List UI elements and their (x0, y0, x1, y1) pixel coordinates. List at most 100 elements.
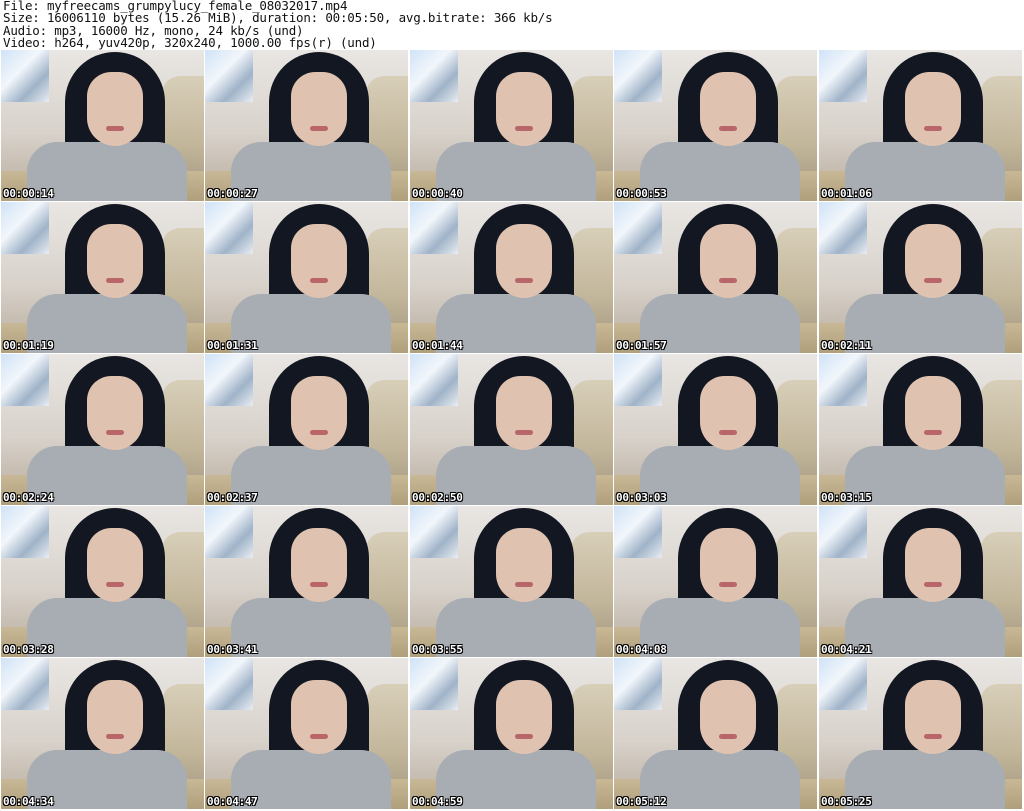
lips (515, 734, 533, 739)
tv-screen (410, 658, 458, 710)
tv-screen (1, 658, 49, 710)
video-thumbnail: 00:04:21 (819, 506, 1022, 657)
face (905, 72, 961, 146)
thumbnail-timestamp: 00:04:21 (821, 643, 872, 656)
tv-screen (205, 506, 253, 558)
lips (106, 734, 124, 739)
face (291, 224, 347, 298)
thumbnail-timestamp: 00:01:57 (616, 339, 667, 352)
thumbnail-timestamp: 00:02:24 (3, 491, 54, 504)
face (496, 224, 552, 298)
lips (515, 430, 533, 435)
video-thumbnail: 00:01:31 (205, 202, 408, 353)
tv-screen (410, 354, 458, 406)
file-info-header: File: myfreecams_grumpylucy_female_08032… (3, 0, 1021, 50)
lips (310, 582, 328, 587)
video-thumbnail: 00:01:19 (1, 202, 204, 353)
thumbnail-timestamp: 00:02:50 (412, 491, 463, 504)
tv-screen (614, 202, 662, 254)
video-thumbnail: 00:02:11 (819, 202, 1022, 353)
thumbnail-timestamp: 00:05:12 (616, 795, 667, 808)
face (291, 680, 347, 754)
lips (106, 126, 124, 131)
video-thumbnail: 00:04:47 (205, 658, 408, 809)
tv-screen (819, 506, 867, 558)
thumbnail-timestamp: 00:02:11 (821, 339, 872, 352)
thumbnail-timestamp: 00:01:44 (412, 339, 463, 352)
video-thumbnail: 00:04:34 (1, 658, 204, 809)
tv-screen (614, 50, 662, 102)
face (700, 680, 756, 754)
video-thumbnail: 00:00:14 (1, 50, 204, 201)
thumbnail-timestamp: 00:05:25 (821, 795, 872, 808)
face (496, 72, 552, 146)
video-thumbnail: 00:00:27 (205, 50, 408, 201)
video-thumbnail: 00:00:53 (614, 50, 817, 201)
video-info-line: Video: h264, yuv420p, 320x240, 1000.00 f… (3, 35, 377, 51)
thumbnail-timestamp: 00:03:03 (616, 491, 667, 504)
thumbnail-timestamp: 00:03:41 (207, 643, 258, 656)
video-thumbnail: 00:03:15 (819, 354, 1022, 505)
tv-screen (819, 50, 867, 102)
tv-screen (410, 506, 458, 558)
face (700, 376, 756, 450)
video-thumbnail: 00:03:03 (614, 354, 817, 505)
lips (924, 582, 942, 587)
tv-screen (614, 506, 662, 558)
lips (719, 126, 737, 131)
thumbnail-timestamp: 00:02:37 (207, 491, 258, 504)
face (291, 528, 347, 602)
face (496, 376, 552, 450)
face (87, 224, 143, 298)
face (905, 528, 961, 602)
video-thumbnail: 00:04:08 (614, 506, 817, 657)
face (291, 72, 347, 146)
tv-screen (1, 202, 49, 254)
thumbnail-timestamp: 00:03:15 (821, 491, 872, 504)
thumbnail-timestamp: 00:04:59 (412, 795, 463, 808)
tv-screen (1, 506, 49, 558)
tv-screen (205, 354, 253, 406)
thumbnail-timestamp: 00:01:06 (821, 187, 872, 200)
face (87, 376, 143, 450)
thumbnail-timestamp: 00:01:19 (3, 339, 54, 352)
tv-screen (614, 658, 662, 710)
lips (310, 126, 328, 131)
thumbnail-timestamp: 00:00:53 (616, 187, 667, 200)
thumbnail-timestamp: 00:04:08 (616, 643, 667, 656)
face (496, 680, 552, 754)
lips (719, 278, 737, 283)
face (700, 528, 756, 602)
video-thumbnail: 00:01:44 (410, 202, 613, 353)
video-thumbnail: 00:01:06 (819, 50, 1022, 201)
tv-screen (410, 202, 458, 254)
video-thumbnail: 00:02:37 (205, 354, 408, 505)
thumbnail-timestamp: 00:00:14 (3, 187, 54, 200)
tv-screen (205, 658, 253, 710)
face (700, 72, 756, 146)
lips (310, 278, 328, 283)
thumbnail-timestamp: 00:04:34 (3, 795, 54, 808)
lips (515, 582, 533, 587)
video-thumbnail: 00:03:55 (410, 506, 613, 657)
video-thumbnail: 00:03:41 (205, 506, 408, 657)
lips (106, 582, 124, 587)
lips (924, 278, 942, 283)
face (905, 224, 961, 298)
tv-screen (819, 202, 867, 254)
thumbnail-timestamp: 00:00:40 (412, 187, 463, 200)
lips (924, 734, 942, 739)
lips (106, 278, 124, 283)
lips (924, 430, 942, 435)
lips (719, 734, 737, 739)
lips (106, 430, 124, 435)
thumbnail-grid: 00:00:14 00:00:27 00:00:40 00:00:53 00:01:06… (1, 50, 1023, 810)
face (905, 680, 961, 754)
face (905, 376, 961, 450)
tv-screen (205, 202, 253, 254)
thumbnail-timestamp: 00:03:55 (412, 643, 463, 656)
video-thumbnail: 00:05:12 (614, 658, 817, 809)
video-thumbnail: 00:02:24 (1, 354, 204, 505)
face (87, 528, 143, 602)
tv-screen (614, 354, 662, 406)
